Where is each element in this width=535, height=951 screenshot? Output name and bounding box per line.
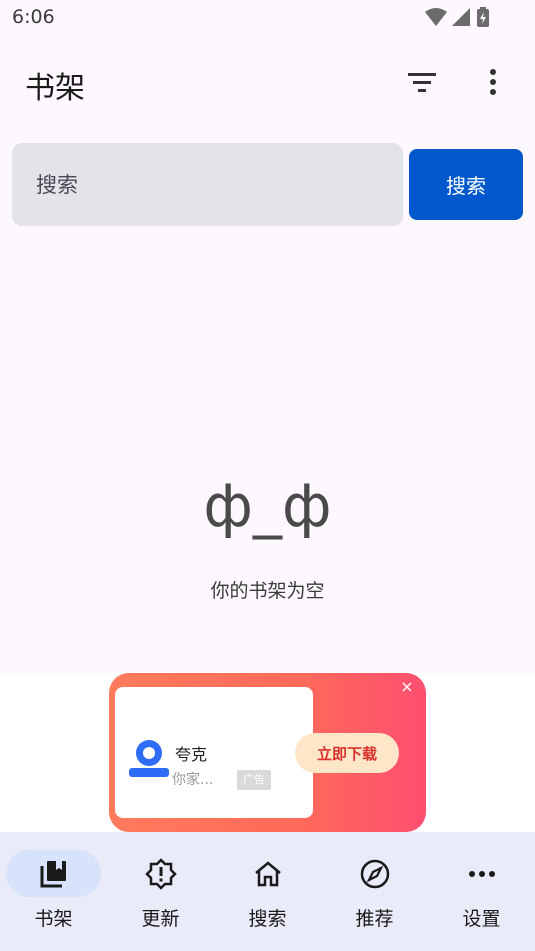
- empty-state-emoticon: ф_ф: [203, 472, 332, 540]
- update-alert-icon: [145, 858, 177, 890]
- nav-label: 搜索: [248, 908, 287, 930]
- nav-label: 书架: [34, 908, 73, 930]
- more-options-button[interactable]: [469, 58, 517, 106]
- ad-area: 夸克 你家... 广告 立即下载 ×: [0, 673, 535, 832]
- compass-icon: [360, 859, 390, 889]
- search-row: 搜索: [12, 143, 523, 226]
- nav-label: 推荐: [355, 908, 394, 930]
- signal-icon: [452, 8, 470, 26]
- status-time: 6:06: [12, 6, 55, 28]
- more-horiz-icon: [469, 871, 495, 877]
- app-bar: 书架: [0, 40, 535, 124]
- search-button[interactable]: 搜索: [409, 149, 523, 220]
- close-icon[interactable]: ×: [399, 679, 415, 695]
- quark-logo-icon: [129, 740, 169, 777]
- bookshelf-icon: [40, 861, 66, 888]
- nav-label: 设置: [462, 908, 501, 930]
- home-icon: [255, 861, 281, 887]
- status-bar: 6:06: [0, 0, 535, 36]
- page-title: 书架: [25, 71, 85, 106]
- ad-card: 夸克 你家... 广告: [115, 687, 313, 818]
- search-input[interactable]: [12, 143, 403, 226]
- ad-tag: 广告: [237, 770, 271, 790]
- ad-app-name: 夸克: [175, 745, 208, 764]
- nav-item-search[interactable]: 搜索: [214, 832, 321, 951]
- nav-label: 更新: [141, 908, 180, 930]
- ad-banner[interactable]: 夸克 你家... 广告 立即下载 ×: [109, 673, 426, 832]
- nav-item-updates[interactable]: 更新: [107, 832, 214, 951]
- filter-icon: [408, 73, 436, 92]
- battery-charging-icon: [477, 7, 489, 27]
- nav-item-recommend[interactable]: 推荐: [321, 832, 428, 951]
- wifi-icon: [425, 8, 447, 26]
- ad-subtitle: 你家...: [172, 772, 214, 788]
- filter-button[interactable]: [398, 58, 446, 106]
- more-vert-icon: [490, 69, 496, 95]
- bottom-navigation: 书架 更新 搜索 推荐 设置: [0, 832, 535, 951]
- nav-item-bookshelf[interactable]: 书架: [0, 832, 107, 951]
- ad-download-button[interactable]: 立即下载: [295, 733, 399, 773]
- empty-state-message: 你的书架为空: [210, 580, 325, 602]
- status-icons: [425, 6, 495, 34]
- nav-item-settings[interactable]: 设置: [428, 832, 535, 951]
